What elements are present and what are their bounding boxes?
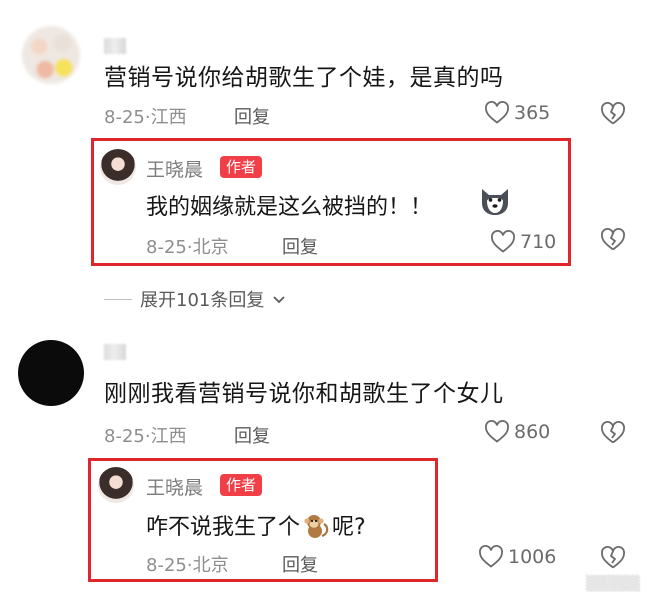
comment-text: 刚刚我看营销号说你和胡歌生了个女儿 <box>104 381 504 407</box>
watermark: ▒▒▒▒▒ <box>586 576 640 592</box>
comment-meta: 8-25·江西 <box>104 426 187 447</box>
author-name[interactable]: 王晓晨 <box>146 155 203 182</box>
author-avatar[interactable] <box>98 467 134 503</box>
avatar[interactable] <box>18 340 84 406</box>
like-count: 710 <box>520 231 557 253</box>
monkey-icon <box>302 512 330 546</box>
username-blurred[interactable] <box>104 344 126 360</box>
reply-location: 北京 <box>192 237 229 258</box>
author-avatar[interactable] <box>100 149 136 185</box>
like-count: 365 <box>514 102 551 124</box>
reply-text-before: 咋不说我生了个 <box>146 515 301 540</box>
expand-replies-button[interactable]: 展开101条回复 <box>104 286 286 312</box>
dislike-button[interactable] <box>600 546 626 570</box>
comment-location: 江西 <box>150 426 187 447</box>
reply-text: 我的姻缘就是这么被挡的！！ <box>146 195 433 220</box>
reply-button[interactable]: 回复 <box>234 103 270 129</box>
reply-text-after: 呢? <box>332 515 366 540</box>
like-button[interactable]: 1006 <box>478 545 556 569</box>
heart-icon <box>484 420 510 444</box>
heart-icon <box>484 101 510 125</box>
reply-button[interactable]: 回复 <box>234 422 270 448</box>
like-count: 860 <box>514 421 551 443</box>
reply-location: 北京 <box>192 555 229 576</box>
comment-text: 营销号说你给胡歌生了个娃，是真的吗 <box>104 65 504 91</box>
username-blurred[interactable] <box>104 38 126 54</box>
comment-date: 8-25 <box>104 107 145 128</box>
comment-meta: 8-25·江西 <box>104 107 187 128</box>
reply-meta: 8-25·北京 <box>146 237 229 258</box>
like-button[interactable]: 710 <box>490 230 556 254</box>
like-button[interactable]: 365 <box>484 101 550 125</box>
reply-date: 8-25 <box>146 555 187 576</box>
broken-heart-icon <box>600 102 626 126</box>
dislike-button[interactable] <box>600 102 626 126</box>
reply-date: 8-25 <box>146 237 187 258</box>
expand-replies-label: 展开101条回复 <box>140 290 265 311</box>
broken-heart-icon <box>600 228 626 252</box>
reply-button[interactable]: 回复 <box>282 551 318 577</box>
broken-heart-icon <box>600 546 626 570</box>
reply-text: 咋不说我生了个 呢? <box>146 509 366 546</box>
broken-heart-icon <box>600 421 626 445</box>
comment-location: 江西 <box>150 107 187 128</box>
author-name[interactable]: 王晓晨 <box>146 473 203 500</box>
divider <box>104 298 132 300</box>
like-count: 1006 <box>508 546 557 568</box>
chevron-down-icon <box>272 289 286 310</box>
avatar[interactable] <box>22 26 80 84</box>
dislike-button[interactable] <box>600 421 626 445</box>
heart-icon <box>478 545 504 569</box>
dislike-button[interactable] <box>600 228 626 252</box>
reply-meta: 8-25·北京 <box>146 555 229 576</box>
author-reply-highlight: 王晓晨 作者 我的姻缘就是这么被挡的！！ 8-25·北京 回复 710 <box>91 138 571 266</box>
heart-icon <box>490 230 516 254</box>
comment-date: 8-25 <box>104 426 145 447</box>
author-reply-highlight: 王晓晨 作者 咋不说我生了个 呢? 8-25·北京 回复 <box>88 458 438 582</box>
author-badge: 作者 <box>220 474 263 496</box>
husky-dog-face-icon <box>478 185 512 221</box>
author-badge: 作者 <box>220 156 263 178</box>
reply-button[interactable]: 回复 <box>282 233 318 259</box>
like-button[interactable]: 860 <box>484 420 550 444</box>
